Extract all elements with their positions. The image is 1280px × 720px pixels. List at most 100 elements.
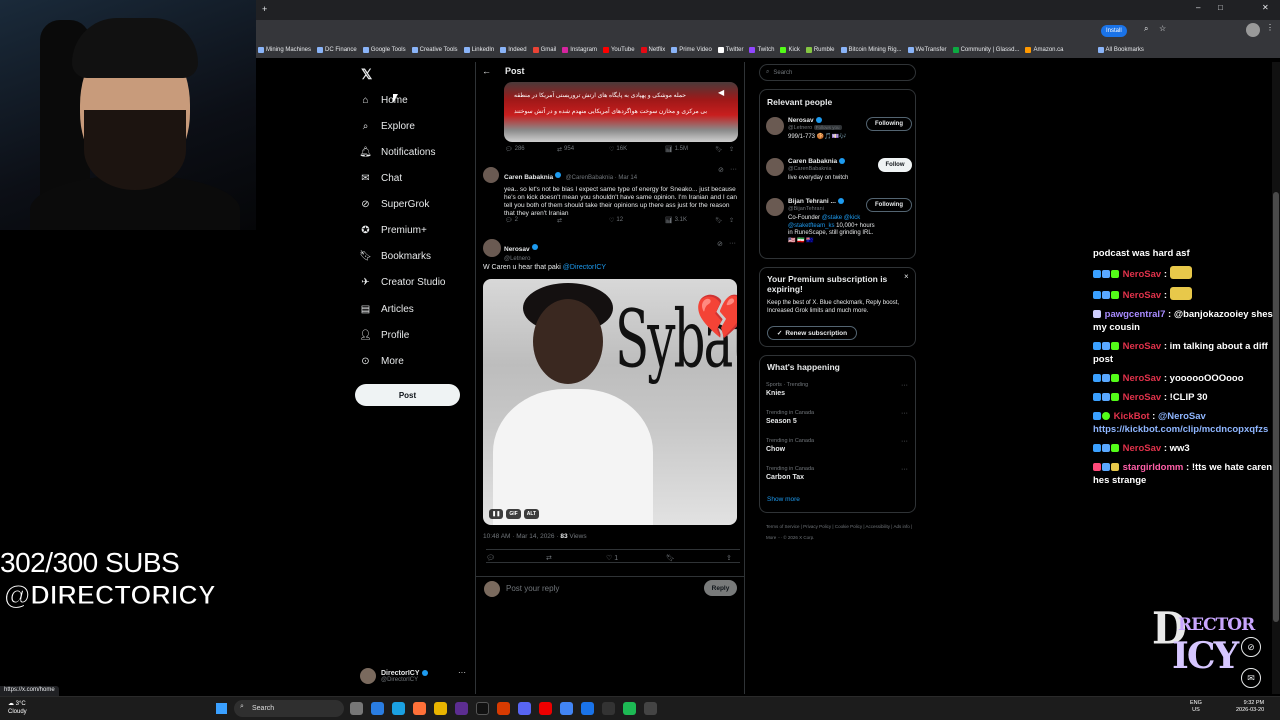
like-action[interactable]: ♡ 1 <box>606 554 618 563</box>
reply-action[interactable]: 💬︎ 2 <box>505 217 518 224</box>
messages-icon[interactable]: ✉ <box>1241 668 1261 688</box>
bookmark-item[interactable]: Indeed <box>500 47 527 53</box>
store-icon[interactable] <box>455 702 468 715</box>
edge-icon[interactable] <box>392 702 405 715</box>
nav-item-bookmarks[interactable]: 🔖︎ Bookmarks <box>359 246 431 266</box>
post-button[interactable]: Post <box>355 384 460 406</box>
nav-item-profile[interactable]: 👤︎ Profile <box>359 325 409 345</box>
weather-widget[interactable]: ☁ 3°C Cloudy <box>8 700 27 716</box>
bookmark-item[interactable]: Bitcoin Mining Rig... <box>840 47 902 53</box>
account-switcher[interactable]: DirectorICY @DirectorICY ··· <box>360 666 470 686</box>
bookmark-item[interactable]: LinkedIn <box>463 47 494 53</box>
mention-link[interactable]: @DirectorICY <box>563 264 606 271</box>
bookmark-item[interactable]: Mining Machines <box>258 47 311 53</box>
avatar[interactable] <box>483 167 499 183</box>
more-options-icon[interactable]: ··· <box>730 166 737 173</box>
maximize-icon[interactable]: □ <box>1218 3 1223 12</box>
more-options-icon[interactable]: ··· <box>901 438 908 445</box>
star-icon[interactable]: ☆ <box>1159 24 1166 33</box>
bookmark-item[interactable]: Amazon.ca <box>1025 47 1064 53</box>
new-tab-icon[interactable]: + <box>262 4 267 14</box>
office-icon[interactable] <box>497 702 510 715</box>
grok-icon[interactable]: ⊘ <box>717 240 723 248</box>
discord-icon[interactable] <box>518 702 531 715</box>
avatar[interactable] <box>483 239 501 257</box>
install-button[interactable]: Install <box>1101 25 1127 37</box>
footer-links[interactable]: Terms of Service | Privacy Policy | Cook… <box>766 521 916 543</box>
share-icon[interactable]: ⇪ <box>729 217 734 224</box>
nav-item-notifications[interactable]: 🔔︎ Notifications <box>359 142 435 162</box>
bookmark-item[interactable]: Twitter <box>717 47 743 53</box>
bookmark-icon[interactable]: 🔖︎ <box>666 554 675 562</box>
more-options-icon[interactable]: ··· <box>901 410 908 417</box>
nav-item-articles[interactable]: ▤ Articles <box>360 299 414 319</box>
trend-item[interactable]: Trending in Canada Carbon Tax ··· <box>766 466 912 481</box>
trend-item[interactable]: Trending in Canada Season 5 ··· <box>766 410 912 425</box>
reply-action[interactable]: 💬︎ 286 <box>505 146 525 153</box>
minimize-icon[interactable]: – <box>1196 3 1200 12</box>
mute-icon[interactable]: ◀︎ <box>718 88 724 97</box>
chrome-icon[interactable] <box>560 702 573 715</box>
bookmark-item[interactable]: Twitch <box>749 47 774 53</box>
more-options-icon[interactable]: ··· <box>901 466 908 473</box>
nav-item-creator-studio[interactable]: ✈ Creator Studio <box>360 272 445 292</box>
bookmark-item[interactable]: Netflix <box>640 47 665 53</box>
more-options-icon[interactable]: ··· <box>458 668 466 677</box>
trend-item[interactable]: Trending in Canada Chow ··· <box>766 438 912 453</box>
repost-action[interactable]: ⇄ 954 <box>557 146 574 153</box>
grok-icon[interactable]: ⊘ <box>718 166 724 174</box>
nav-item-explore[interactable]: ⌕ Explore <box>360 116 415 136</box>
zoom-icon[interactable]: ⌕ <box>1144 24 1148 34</box>
bookmark-item[interactable]: Creative Tools <box>411 47 458 53</box>
repost-action[interactable]: ⇄ <box>546 554 552 562</box>
more-options-icon[interactable]: ··· <box>901 382 908 389</box>
nav-item-more[interactable]: ⊙ More <box>360 351 404 371</box>
epic-games-icon[interactable] <box>644 702 657 715</box>
bookmark-item[interactable]: YouTube <box>602 47 635 53</box>
search-input[interactable]: ⌕ Search <box>759 64 916 81</box>
like-action[interactable]: ♡ 12 <box>609 217 623 224</box>
nav-item-supergrok[interactable]: ⊘ SuperGrok <box>360 194 429 214</box>
browser-menu-icon[interactable]: ⋮ <box>1266 23 1274 32</box>
bookmark-item[interactable]: Kick <box>780 47 800 53</box>
show-more-link[interactable]: Show more <box>767 496 800 503</box>
taskbar-search[interactable]: ⌕ Search <box>234 700 344 717</box>
renew-subscription-button[interactable]: ✓ Renew subscription <box>767 326 857 340</box>
nav-item-home[interactable]: ⌂ Home <box>360 90 407 110</box>
nav-item-chat[interactable]: ✉ Chat <box>360 168 402 188</box>
alt-badge[interactable]: ALT <box>523 509 540 519</box>
nav-item-premium[interactable]: ✪ Premium+ <box>360 220 427 240</box>
firefox-icon[interactable] <box>413 702 426 715</box>
task-view-icon[interactable] <box>350 702 363 715</box>
close-icon[interactable]: ✕ <box>1262 3 1269 12</box>
grok-icon[interactable]: ⊘ <box>1241 637 1261 657</box>
bookmark-item[interactable]: All Bookmarks <box>1097 47 1144 53</box>
reply-input[interactable]: Post your reply <box>506 584 559 593</box>
bookmark-item[interactable]: Prime Video <box>671 47 712 53</box>
bookmark-item[interactable]: Instagram <box>562 47 597 53</box>
views-action[interactable]: 📊︎ 3.1K <box>665 217 687 224</box>
x-logo-icon[interactable]: 𝕏 <box>361 66 372 83</box>
close-icon[interactable]: × <box>904 272 909 281</box>
bookmark-item[interactable]: Google Tools <box>362 47 406 53</box>
profile-avatar[interactable] <box>1246 23 1260 37</box>
spotify-icon[interactable] <box>623 702 636 715</box>
scrollbar-thumb[interactable] <box>1273 192 1279 622</box>
repost-action[interactable]: ⇄ <box>557 217 562 224</box>
following-button[interactable]: Following <box>866 117 912 131</box>
follow-button[interactable]: Follow <box>878 158 912 172</box>
language-indicator[interactable]: ENG US <box>1190 700 1202 714</box>
system-clock[interactable]: 9:32 PM 2026-03-20 <box>1236 700 1264 714</box>
share-icon[interactable]: ⇪ <box>726 554 732 562</box>
like-action[interactable]: ♡ 16K <box>609 146 627 153</box>
opera-icon[interactable] <box>539 702 552 715</box>
bookmark-item[interactable]: WeTransfer <box>907 47 947 53</box>
views-action[interactable]: 📊︎ 1.5M <box>665 146 688 153</box>
bookmark-icon[interactable]: 🔖︎ <box>715 217 723 224</box>
pause-icon[interactable]: ❚❚ <box>489 509 504 519</box>
reply-action[interactable]: 💬︎ <box>486 554 495 562</box>
back-arrow-icon[interactable]: ← <box>482 66 491 76</box>
bookmark-item[interactable]: Rumble <box>805 47 835 53</box>
file-explorer-icon[interactable] <box>434 702 447 715</box>
trend-item[interactable]: Sports · Trending Knies ··· <box>766 382 912 397</box>
